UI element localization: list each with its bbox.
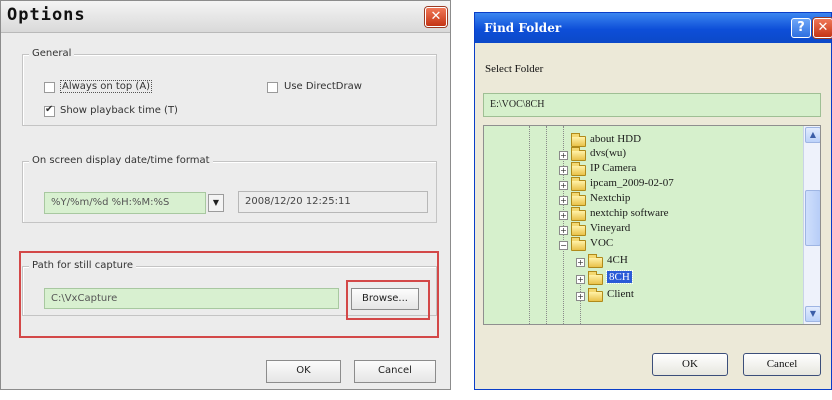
- folder-icon: [571, 207, 586, 221]
- tree-item-label[interactable]: Client: [607, 288, 634, 300]
- tree-guide-line: [546, 126, 547, 324]
- general-group-label: General: [29, 48, 75, 59]
- expand-icon[interactable]: +: [559, 211, 568, 220]
- folder-icon: [571, 162, 586, 176]
- scroll-thumb[interactable]: [805, 190, 820, 246]
- expand-icon[interactable]: +: [559, 226, 568, 235]
- scroll-up-button[interactable]: ▲: [805, 127, 820, 143]
- options-dialog: Options ✕ General Always on top (A) Use …: [0, 0, 451, 390]
- expand-icon[interactable]: +: [576, 292, 585, 301]
- tree-item-label[interactable]: VOC: [590, 237, 613, 249]
- find-folder-close-button[interactable]: ✕: [813, 18, 832, 38]
- options-cancel-button[interactable]: Cancel: [354, 360, 436, 383]
- show-playback-time-label[interactable]: Show playback time (T): [60, 105, 178, 116]
- scroll-down-button[interactable]: ▼: [805, 306, 820, 322]
- tree-item-label[interactable]: Nextchip: [590, 192, 630, 204]
- always-on-top-label[interactable]: Always on top (A): [60, 80, 153, 93]
- folder-icon: [588, 254, 603, 268]
- expand-icon[interactable]: +: [559, 181, 568, 190]
- folder-path-field[interactable]: E:\VOC\8CH: [483, 93, 821, 117]
- select-folder-label: Select Folder: [485, 63, 544, 75]
- always-on-top-checkbox[interactable]: [44, 82, 55, 93]
- tree-item-label[interactable]: IP Camera: [590, 162, 636, 174]
- folder-icon: [588, 288, 603, 302]
- tree-item-label[interactable]: ipcam_2009-02-07: [590, 177, 674, 189]
- collapse-icon[interactable]: −: [559, 241, 568, 250]
- folder-icon: [571, 147, 586, 161]
- folder-icon: [571, 192, 586, 206]
- folder-open-icon: [571, 237, 586, 251]
- folder-tree[interactable]: about HDD + dvs(wu) + IP Camera + ipcam_…: [483, 125, 821, 325]
- tree-item-label[interactable]: about HDD: [590, 133, 641, 145]
- tree-scrollbar[interactable]: ▲ ▼: [803, 126, 820, 324]
- find-folder-title: Find Folder: [484, 21, 562, 35]
- tree-guide-line: [529, 126, 530, 324]
- show-playback-time-checkbox[interactable]: [44, 104, 55, 117]
- browse-highlight-box: [346, 280, 430, 320]
- find-folder-titlebar[interactable]: Find Folder ? ✕: [475, 13, 832, 43]
- tree-item-label[interactable]: nextchip software: [590, 207, 669, 219]
- find-folder-dialog: Find Folder ? ✕ Select Folder E:\VOC\8CH…: [474, 12, 832, 390]
- tree-item-label[interactable]: Vineyard: [590, 222, 630, 234]
- folder-icon: [588, 271, 603, 285]
- dropdown-arrow-icon[interactable]: ▼: [208, 194, 224, 212]
- options-ok-button[interactable]: OK: [266, 360, 341, 383]
- help-button[interactable]: ?: [791, 18, 811, 38]
- datetime-preview: 2008/12/20 12:25:11: [238, 191, 428, 213]
- folder-icon: [571, 222, 586, 236]
- expand-icon[interactable]: +: [576, 275, 585, 284]
- expand-icon[interactable]: +: [559, 196, 568, 205]
- use-directdraw-label[interactable]: Use DirectDraw: [284, 81, 362, 92]
- options-titlebar[interactable]: Options ✕: [1, 1, 450, 33]
- tree-guide-line: [580, 282, 581, 324]
- folder-icon: [571, 133, 586, 147]
- options-close-button[interactable]: ✕: [425, 7, 447, 27]
- datetime-format-select[interactable]: %Y/%m/%d %H:%M:%S: [44, 192, 206, 214]
- tree-item-selected[interactable]: 8CH: [606, 270, 633, 284]
- use-directdraw-checkbox[interactable]: [267, 82, 278, 93]
- find-folder-cancel-button[interactable]: Cancel: [743, 353, 821, 376]
- tree-item-label[interactable]: 4CH: [607, 254, 628, 266]
- expand-icon[interactable]: +: [559, 166, 568, 175]
- osd-format-group-label: On screen display date/time format: [29, 155, 213, 166]
- find-folder-ok-button[interactable]: OK: [652, 353, 728, 376]
- expand-icon[interactable]: +: [576, 258, 585, 267]
- expand-icon[interactable]: +: [559, 151, 568, 160]
- tree-item-label[interactable]: dvs(wu): [590, 147, 626, 159]
- options-title: Options: [7, 5, 86, 25]
- folder-icon: [571, 177, 586, 191]
